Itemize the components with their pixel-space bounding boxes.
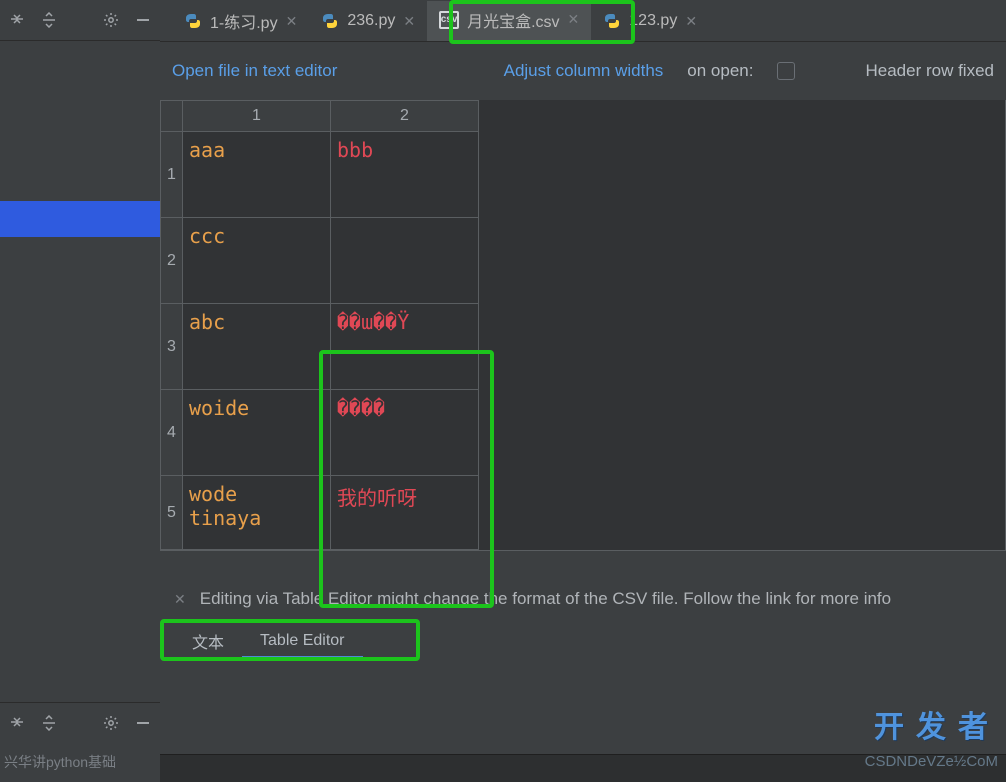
tab-file-3[interactable]: csv 月光宝盒.csv ✕: [427, 1, 591, 41]
row-header-3[interactable]: 3: [161, 304, 183, 390]
python-file-icon: [321, 12, 339, 30]
close-icon[interactable]: ✕: [403, 13, 415, 30]
view-tab-text[interactable]: 文本: [174, 621, 242, 659]
row-header-4[interactable]: 4: [161, 390, 183, 476]
watermark: 开发者: [874, 702, 1000, 746]
minimize-icon[interactable]: [134, 714, 152, 732]
tab-file-4[interactable]: 123.py ✕: [591, 1, 709, 41]
project-toolbar-top: [0, 0, 160, 40]
project-selected-item[interactable]: [0, 201, 160, 237]
collapse-all-icon[interactable]: [8, 11, 26, 29]
status-bar: [160, 754, 1006, 782]
csv-table: 1 2 1 aaa bbb 2 ccc 3 abc ��ɯ��Ÿ 4 woide…: [160, 100, 1006, 551]
collapse-all-icon[interactable]: [8, 714, 26, 732]
close-icon[interactable]: ✕: [685, 13, 697, 30]
expand-all-icon[interactable]: [40, 714, 58, 732]
project-panel-top: [0, 40, 160, 702]
tab-label: 1-练习.py: [210, 9, 278, 33]
close-icon[interactable]: ✕: [286, 13, 298, 30]
cell-r1-c2[interactable]: bbb: [331, 132, 479, 218]
cell-r5-c1[interactable]: wodetinaya: [183, 476, 331, 550]
tab-file-2[interactable]: 236.py ✕: [309, 1, 427, 41]
tab-file-1[interactable]: 1-练习.py ✕: [172, 1, 309, 41]
cell-r2-c2[interactable]: [331, 218, 479, 304]
header-row-fixed-label: Header row fixed: [865, 61, 994, 81]
cell-r2-c1[interactable]: ccc: [183, 218, 331, 304]
col-header-1[interactable]: 1: [183, 100, 331, 132]
python-file-icon: [184, 12, 202, 30]
row-header-1[interactable]: 1: [161, 132, 183, 218]
python-file-icon: [603, 12, 621, 30]
tab-label: 123.py: [629, 12, 677, 30]
close-icon[interactable]: ✕: [174, 591, 186, 608]
csv-options-bar: Open file in text editor Adjust column w…: [160, 42, 1006, 100]
row-header-2[interactable]: 2: [161, 218, 183, 304]
editor-view-tabs: 文本 Table Editor: [160, 621, 1006, 659]
cell-r5-c2[interactable]: 我的听呀: [331, 476, 479, 550]
info-message: Editing via Table Editor might change th…: [200, 589, 891, 609]
on-open-checkbox[interactable]: [777, 62, 795, 80]
cell-r4-c2[interactable]: ����: [331, 390, 479, 476]
row-header-5[interactable]: 5: [161, 476, 183, 550]
view-tab-table-editor[interactable]: Table Editor: [242, 624, 363, 659]
expand-all-icon[interactable]: [40, 11, 58, 29]
cell-r3-c1[interactable]: abc: [183, 304, 331, 390]
editor-tab-bar: 1-练习.py ✕ 236.py ✕ csv 月光宝盒.csv ✕ 123.py…: [160, 0, 1006, 42]
gear-icon[interactable]: [102, 11, 120, 29]
csv-file-icon: csv: [439, 11, 459, 29]
info-banner: ✕ Editing via Table Editor might change …: [160, 577, 1006, 621]
adjust-column-widths-link[interactable]: Adjust column widths: [504, 61, 664, 81]
cell-r1-c1[interactable]: aaa: [183, 132, 331, 218]
close-icon[interactable]: ✕: [568, 11, 580, 28]
open-in-text-editor-link[interactable]: Open file in text editor: [172, 61, 337, 81]
cell-r4-c1[interactable]: woide: [183, 390, 331, 476]
project-name-label: 兴华讲python基础: [0, 742, 160, 782]
project-toolbar-bottom: [0, 702, 160, 742]
corner-header: [161, 100, 183, 132]
on-open-label: on open:: [687, 61, 753, 81]
col-header-2[interactable]: 2: [331, 100, 479, 132]
tab-label: 236.py: [347, 12, 395, 30]
cell-r3-c2[interactable]: ��ɯ��Ÿ: [331, 304, 479, 390]
gear-icon[interactable]: [102, 714, 120, 732]
tab-label: 月光宝盒.csv: [467, 8, 559, 32]
minimize-icon[interactable]: [134, 11, 152, 29]
